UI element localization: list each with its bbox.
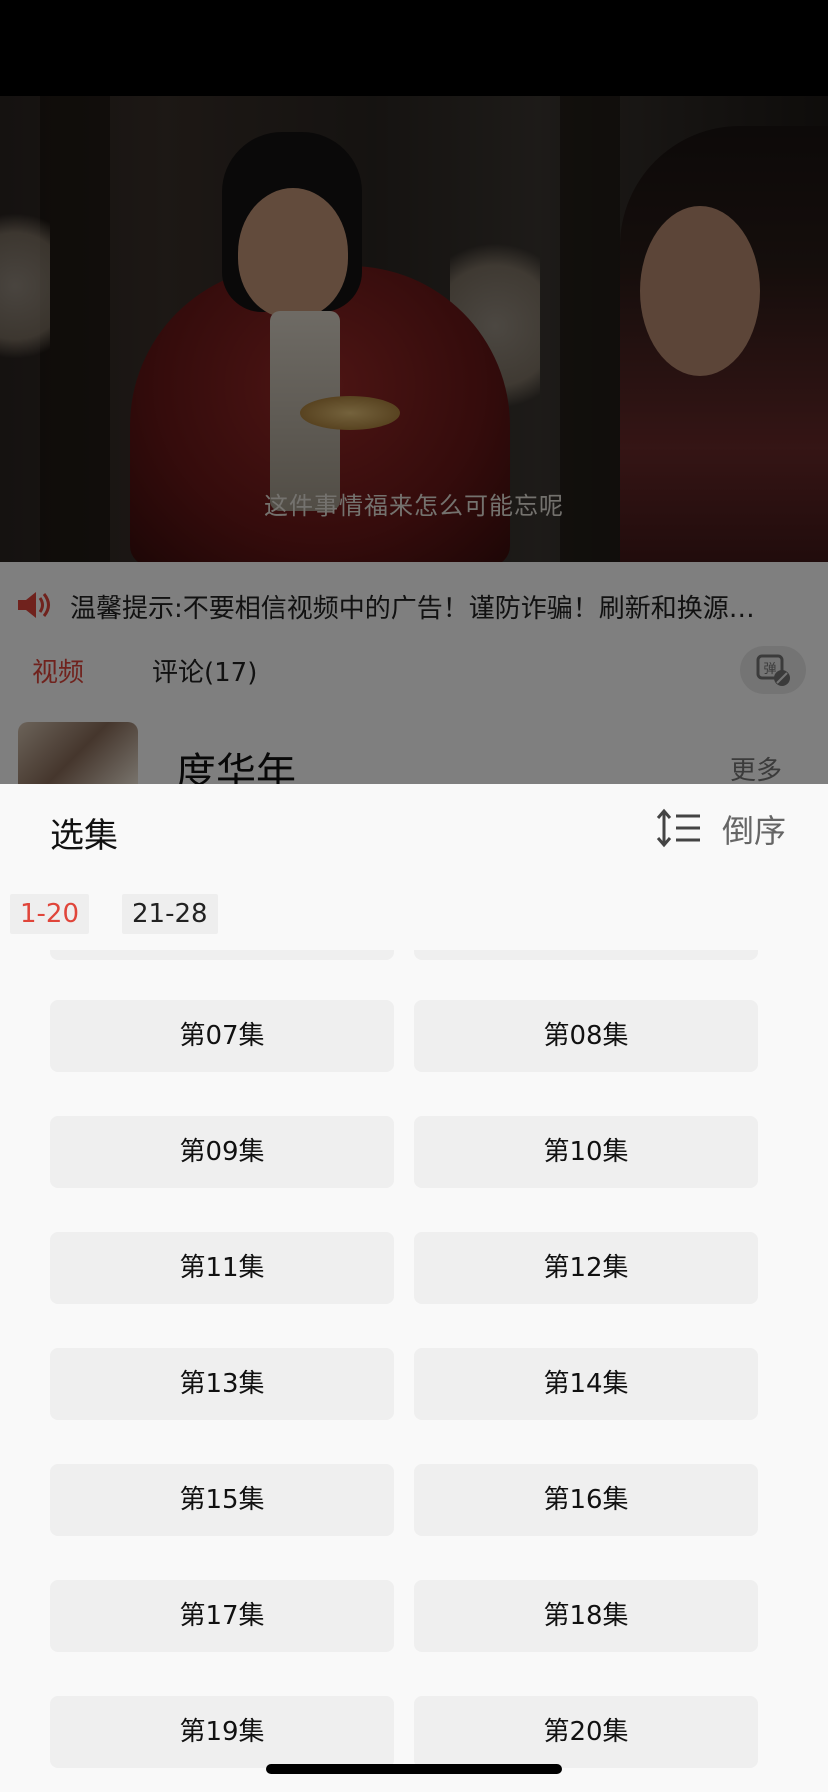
episode-button[interactable]: 第15集 [50, 1464, 394, 1536]
episode-button[interactable]: 第09集 [50, 1116, 394, 1188]
home-indicator[interactable] [266, 1764, 562, 1774]
modal-overlay[interactable] [0, 0, 828, 784]
range-tab-1-20[interactable]: 1-20 [10, 894, 90, 934]
episode-sheet: 选集 倒序 1-20 21-28 第07集 第08集 第09集 第10集 第11… [0, 784, 828, 1792]
range-tab-21-28[interactable]: 21-28 [122, 894, 218, 934]
episode-button[interactable]: 第12集 [414, 1232, 758, 1304]
episode-button[interactable]: 第13集 [50, 1348, 394, 1420]
episode-button[interactable]: 第14集 [414, 1348, 758, 1420]
episode-grid: 第07集 第08集 第09集 第10集 第11集 第12集 第13集 第14集 … [0, 950, 828, 1792]
sort-label: 倒序 [722, 812, 787, 850]
episode-button[interactable]: 第19集 [50, 1696, 394, 1768]
episode-button[interactable]: 第11集 [50, 1232, 394, 1304]
episode-button[interactable]: 第08集 [414, 1000, 758, 1072]
episode-button[interactable]: 第18集 [414, 1580, 758, 1652]
episode-button-partial[interactable] [414, 950, 758, 960]
episode-button[interactable]: 第20集 [414, 1696, 758, 1768]
sort-order-icon [656, 808, 700, 848]
episode-button[interactable]: 第16集 [414, 1464, 758, 1536]
episode-button[interactable]: 第17集 [50, 1580, 394, 1652]
episode-button-partial[interactable] [50, 950, 394, 960]
episode-button[interactable]: 第10集 [414, 1116, 758, 1188]
episode-button[interactable]: 第07集 [50, 1000, 394, 1072]
sheet-title: 选集 [50, 816, 118, 856]
